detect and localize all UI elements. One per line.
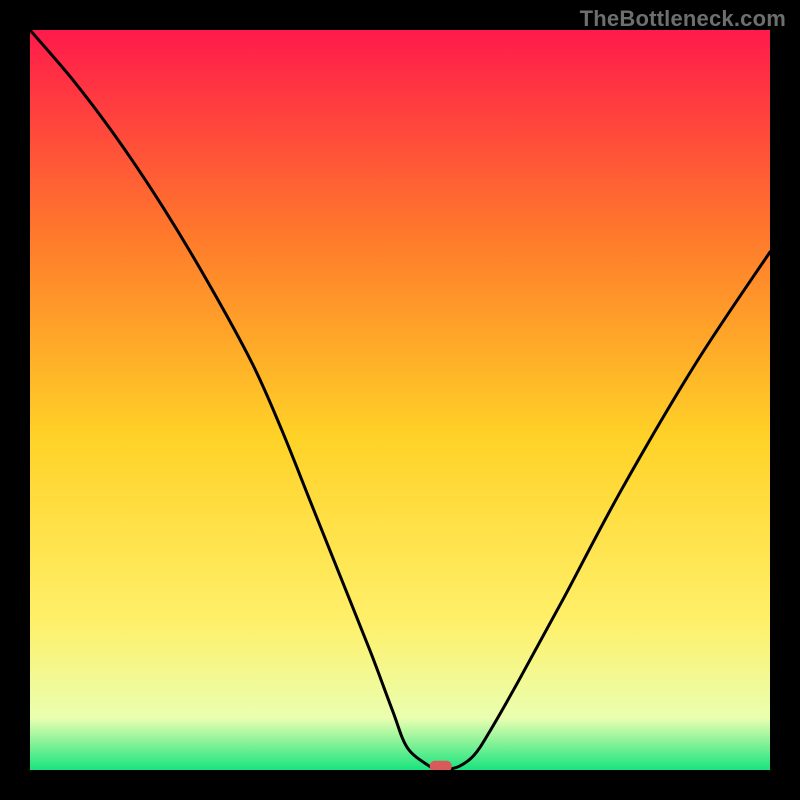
watermark-text: TheBottleneck.com (580, 6, 786, 32)
plot-area (30, 30, 770, 770)
chart-svg (30, 30, 770, 770)
gradient-background (30, 30, 770, 770)
chart-frame: TheBottleneck.com (0, 0, 800, 800)
optimum-marker (430, 761, 452, 770)
